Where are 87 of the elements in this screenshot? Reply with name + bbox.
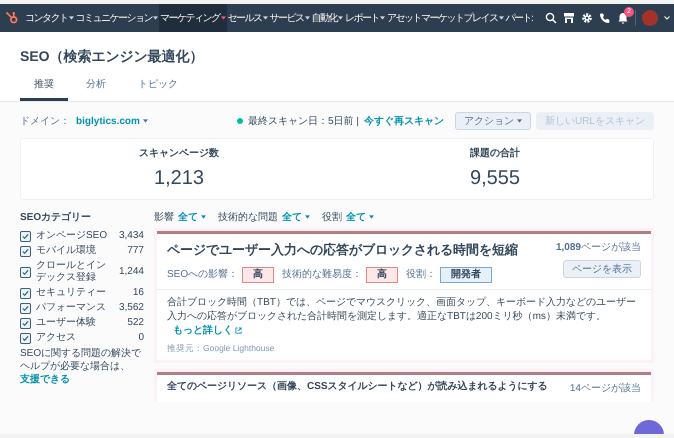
caret-icon xyxy=(516,119,522,123)
category-count: 16 xyxy=(132,287,144,299)
filter-dropdown[interactable]: 全て xyxy=(282,210,310,224)
category-label: オンページSEO xyxy=(36,230,108,242)
category-count: 0 xyxy=(138,332,144,344)
help-link[interactable]: 支援できる xyxy=(20,374,70,385)
rescan-link[interactable]: 今すぐ再スキャン xyxy=(364,114,444,128)
caret-icon xyxy=(262,16,268,20)
phone-icon[interactable] xyxy=(599,12,611,24)
affected-pages-count: 1,089ページが該当 xyxy=(556,240,641,255)
nav-menu-item[interactable]: レポート xyxy=(344,4,386,32)
tab[interactable]: トピック xyxy=(124,77,192,101)
description-text: 合計ブロック時間（TBT）では、ページでマウスクリック、画面タップ、キーボード入力などのユーザー入力への応答がブロックされた合計時間を測定します。適正なTBTは200ミリ秒（ms）未満です。 もっと詳しく xyxy=(167,296,637,338)
stat-label: 課題の合計 xyxy=(470,146,520,160)
filter-dropdown[interactable]: 全て xyxy=(178,210,206,224)
category-label: パフォーマンス xyxy=(36,302,107,314)
caret-icon xyxy=(338,16,343,20)
caret-icon xyxy=(201,215,206,219)
checkbox[interactable] xyxy=(20,332,31,344)
recommendation-title: 全てのページリソース（画像、CSSスタイルシートなど）が読み込まれるようにする xyxy=(167,381,549,394)
caret-icon xyxy=(220,16,226,20)
caret-icon xyxy=(142,119,148,123)
category-count: 777 xyxy=(127,245,144,257)
store-icon[interactable] xyxy=(563,12,575,24)
checkbox[interactable] xyxy=(20,302,31,314)
tag-label: 役割： xyxy=(406,268,436,282)
domain-dropdown[interactable]: biglytics.com xyxy=(76,114,148,128)
sidebar-title: SEOカテゴリー xyxy=(20,210,92,225)
nav-menu-item[interactable]: セールス xyxy=(226,4,268,32)
affected-pages-count: 14ページが該当 xyxy=(570,382,641,396)
caret-icon xyxy=(380,16,385,20)
category-label: アクセス xyxy=(36,332,77,344)
category-label: クロールとインデックス登録 xyxy=(36,260,107,284)
caret-icon xyxy=(304,16,310,20)
filter-dropdown[interactable]: 全て xyxy=(346,210,374,224)
nav-menu-item[interactable]: アセットマーケットプレイス xyxy=(386,4,504,32)
caret-icon[interactable] xyxy=(664,16,670,20)
nav-menu-item[interactable]: サービス xyxy=(268,4,310,32)
domain-label: ドメイン： xyxy=(20,114,70,128)
external-link-icon xyxy=(235,327,242,334)
caret-icon xyxy=(68,16,74,20)
tab[interactable]: 分析 xyxy=(72,77,120,101)
last-scan-text: 最終スキャン日：5日前 | xyxy=(248,114,359,128)
tag: 高 xyxy=(366,266,398,282)
checkbox[interactable] xyxy=(20,318,31,328)
nav-menu-item[interactable]: パート: xyxy=(504,4,534,32)
search-icon[interactable] xyxy=(545,12,557,24)
stat-label: スキャンページ数 xyxy=(139,146,219,160)
category-label: セキュリティー xyxy=(36,287,107,299)
caret-icon xyxy=(498,16,504,20)
stat-value: 1,213 xyxy=(154,166,204,190)
page-title: SEO（検索エンジン最適化） xyxy=(20,47,205,66)
category-label: ユーザー体験 xyxy=(36,317,97,329)
category-label: モバイル環境 xyxy=(36,245,97,257)
nav-menu-item[interactable]: コンタクト xyxy=(24,4,74,32)
source-text: 推奨元：Google Lighthouse xyxy=(167,342,276,354)
caret-icon xyxy=(153,16,158,20)
help-text: SEOに関する問題の解決でヘルプが必要な場合は、 支援できる xyxy=(20,347,142,386)
filter-label: 技術的な問題 xyxy=(218,210,278,224)
learn-more-link[interactable]: もっと詳しく xyxy=(173,324,242,338)
tab[interactable]: 推奨 xyxy=(20,77,68,101)
tag-label: SEOへの影響： xyxy=(167,268,238,282)
recommendation-title: ページでユーザー入力への応答がブロックされる時間を短縮 xyxy=(167,241,519,259)
logo-icon[interactable] xyxy=(5,11,19,25)
checkbox[interactable] xyxy=(20,288,31,298)
tag: 開発者 xyxy=(440,266,492,282)
caret-icon xyxy=(305,215,310,219)
category-count: 3,562 xyxy=(118,302,144,314)
view-pages-button[interactable]: ページを表示 xyxy=(563,260,641,278)
filter-label: 役割 xyxy=(322,210,342,224)
filter-label: 影響 xyxy=(154,210,174,224)
category-count: 3,434 xyxy=(118,230,144,242)
nav-menu-item[interactable]: 自動化 xyxy=(310,4,344,32)
tag-label: 技術的な難易度： xyxy=(282,268,362,282)
checkbox[interactable] xyxy=(20,246,31,256)
checkbox[interactable] xyxy=(20,266,31,278)
nav-menu-item[interactable]: コミュニケーション xyxy=(74,4,159,32)
checkbox[interactable] xyxy=(20,230,31,242)
category-count: 1,244 xyxy=(118,266,144,278)
bell-icon[interactable] xyxy=(617,12,629,24)
settings-icon[interactable] xyxy=(581,12,593,24)
stat-value: 9,555 xyxy=(470,166,520,190)
category-count: 522 xyxy=(127,317,144,329)
caret-icon xyxy=(369,215,374,219)
actions-button[interactable]: アクション xyxy=(454,112,531,130)
tag: 高 xyxy=(242,266,274,282)
nav-menu-item[interactable]: マーケティング xyxy=(159,4,226,32)
